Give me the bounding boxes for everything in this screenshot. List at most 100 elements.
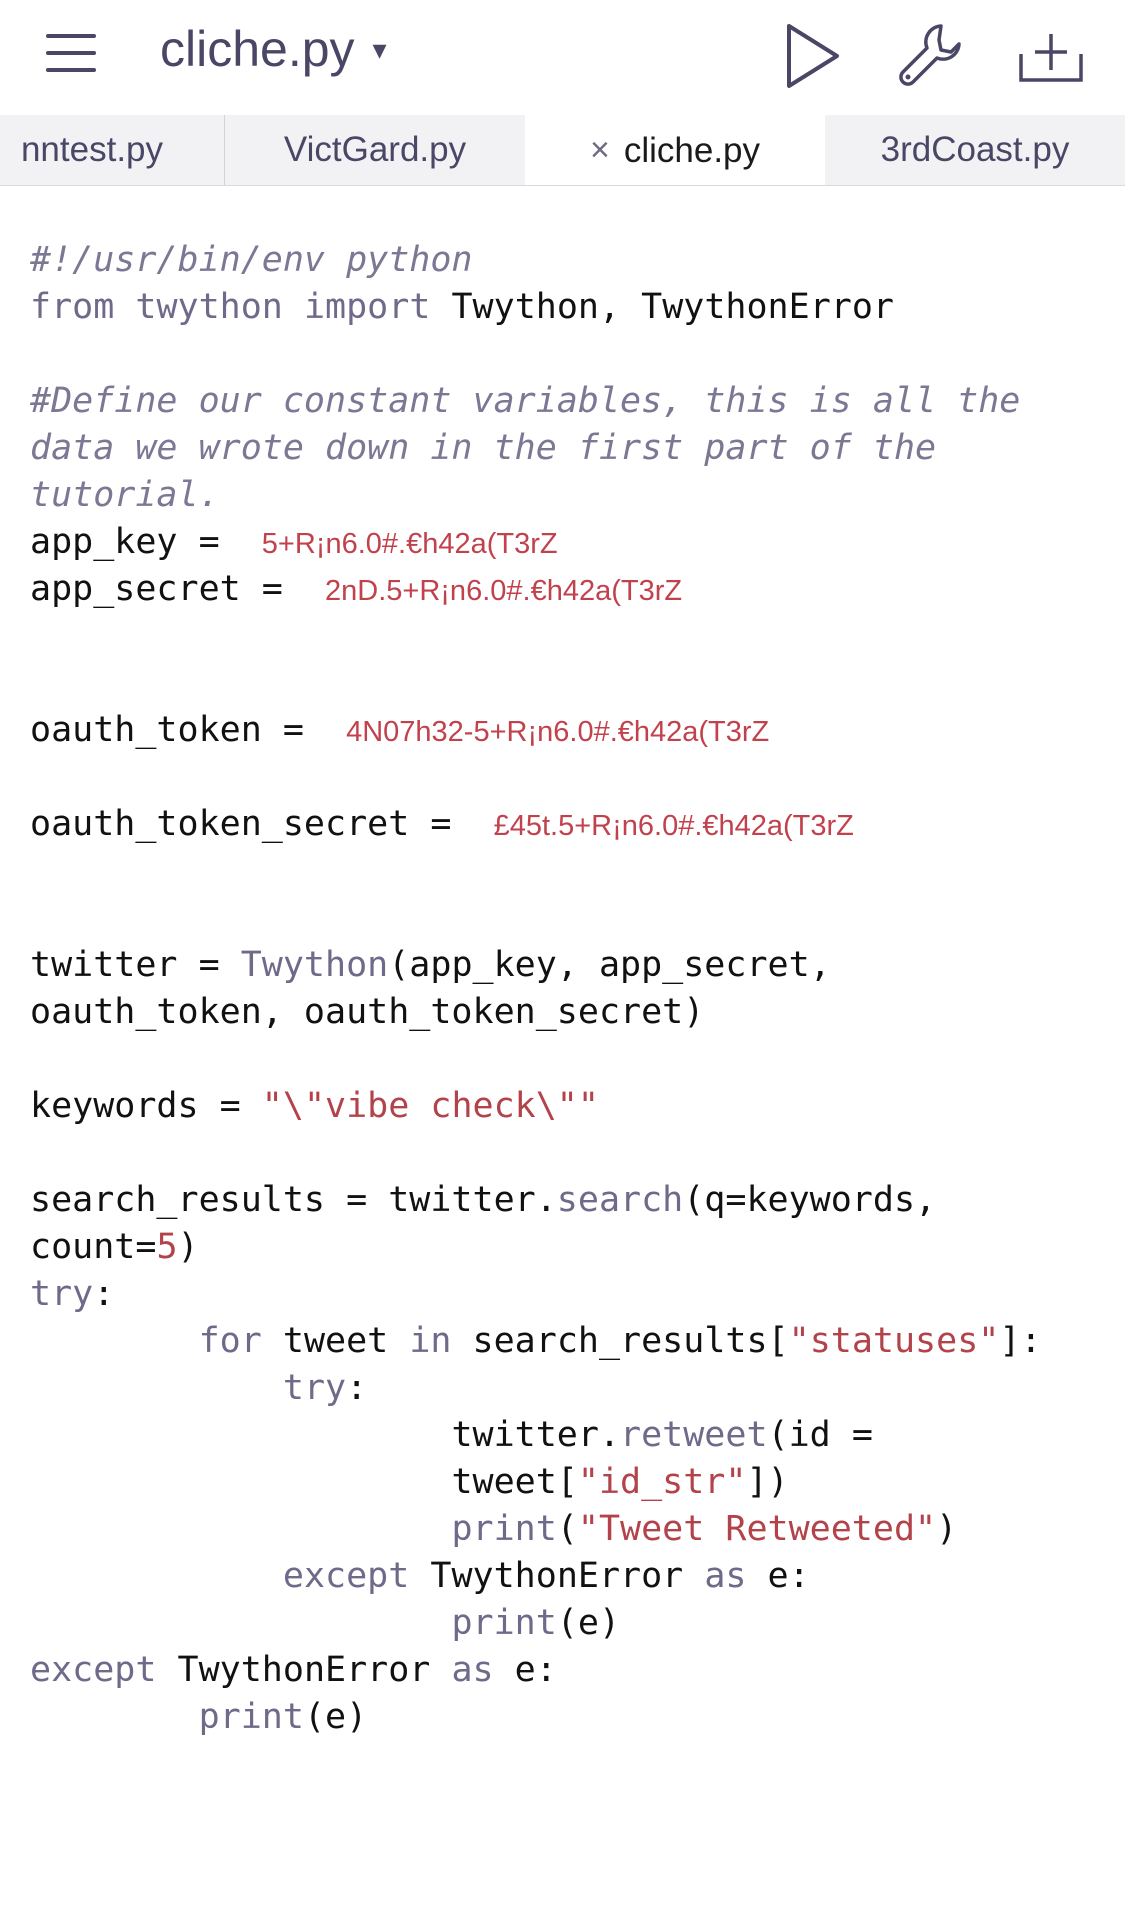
code-text: oauth_token_secret =: [30, 804, 473, 844]
wrench-icon: [899, 24, 961, 86]
module-name: twython: [135, 287, 283, 327]
code-line: tutorial.: [30, 472, 1042, 519]
code-line: try:: [30, 1271, 1042, 1318]
code-line: try:: [30, 1365, 1042, 1412]
code-line: data we wrote down in the first part of …: [30, 425, 1042, 472]
tab-3rdcoast[interactable]: 3rdCoast.py: [825, 115, 1125, 185]
code-line: #!/usr/bin/env python: [30, 237, 1042, 284]
close-icon[interactable]: ×: [590, 131, 610, 170]
code-text: (id =: [767, 1415, 873, 1455]
keyword: as: [704, 1556, 747, 1596]
function-name: retweet: [620, 1415, 768, 1455]
code-text: oauth_token =: [30, 710, 326, 750]
play-icon: [787, 24, 839, 88]
tab-nntest[interactable]: nntest.py: [0, 115, 225, 185]
string-literal: "Tweet Retweeted": [577, 1509, 937, 1549]
code-text: ]): [746, 1462, 789, 1502]
code-text: tweet[: [451, 1462, 578, 1502]
code-line: oauth_token_secret = £45t.5+R¡n6.0#.€h42…: [30, 801, 1042, 848]
comment: data we wrote down in the first part of …: [30, 428, 937, 468]
code-line: print(e): [30, 1694, 1042, 1741]
code-text: ): [936, 1509, 958, 1549]
function-name: search: [556, 1180, 684, 1220]
menu-icon[interactable]: [42, 30, 98, 76]
settings-button[interactable]: [895, 20, 967, 92]
code-text: ]:: [999, 1321, 1042, 1361]
function-name: print: [198, 1697, 304, 1737]
tab-label: nntest.py: [20, 130, 164, 169]
code-text: (q=keywords,: [683, 1180, 937, 1220]
code-text: twitter.: [451, 1415, 621, 1455]
function-name: Twython: [240, 945, 389, 985]
keyword: try: [30, 1274, 94, 1314]
code-text: :: [93, 1274, 115, 1314]
code-text: :: [346, 1368, 368, 1408]
run-button[interactable]: [775, 20, 847, 92]
keyword: except: [30, 1650, 157, 1690]
tab-label: cliche.py: [623, 130, 761, 170]
keyword: for: [198, 1321, 262, 1361]
code-text: e:: [746, 1556, 810, 1596]
tab-label: 3rdCoast.py: [880, 130, 1070, 169]
code-editor[interactable]: #!/usr/bin/env python from twython impor…: [30, 237, 1042, 1741]
string-literal: "\"vibe check\"": [261, 1086, 599, 1126]
keyword: import: [303, 287, 431, 327]
code-line: print("Tweet Retweeted"): [30, 1506, 1042, 1553]
code-text: tweet: [261, 1321, 410, 1361]
code-line: except TwythonError as e:: [30, 1553, 1042, 1600]
string-literal: "statuses": [788, 1321, 1000, 1361]
string-value: 2nD.5+R¡n6.0#.€h42a(T3rZ: [325, 575, 683, 607]
add-tab-icon: [1019, 34, 1083, 82]
code-text: twitter =: [30, 945, 241, 985]
code-line: app_secret = 2nD.5+R¡n6.0#.€h42a(T3rZ: [30, 566, 1042, 613]
function-name: print: [451, 1509, 557, 1549]
number-literal: 5: [156, 1227, 178, 1267]
string-value: 4N07h32-5+R¡n6.0#.€h42a(T3rZ: [346, 716, 770, 748]
string-value: 5+R¡n6.0#.€h42a(T3rZ: [261, 528, 558, 560]
code-text: count=: [30, 1227, 157, 1267]
new-file-button[interactable]: [1015, 20, 1087, 92]
code-text: ): [177, 1227, 199, 1267]
code-text: (app_key, app_secret,: [388, 945, 831, 985]
code-line: except TwythonError as e:: [30, 1647, 1042, 1694]
keyword: in: [409, 1321, 452, 1361]
code-line: from twython import Twython, TwythonErro…: [30, 284, 1042, 331]
tab-victgard[interactable]: VictGard.py: [225, 115, 525, 185]
tab-label: VictGard.py: [283, 130, 467, 169]
comment: #Define our constant variables, this is …: [30, 381, 1021, 421]
file-title-dropdown[interactable]: cliche.py ▾: [160, 20, 387, 78]
code-text: app_secret =: [30, 569, 304, 609]
code-text: (e): [303, 1697, 368, 1737]
code-text: search_results[: [451, 1321, 789, 1361]
code-line: #Define our constant variables, this is …: [30, 378, 1042, 425]
string-literal: "id_str": [577, 1462, 747, 1502]
function-name: print: [451, 1603, 557, 1643]
tab-cliche[interactable]: × cliche.py: [525, 115, 825, 185]
chevron-down-icon: ▾: [372, 33, 387, 65]
code-text: TwythonError: [409, 1556, 705, 1596]
keyword: from: [30, 287, 115, 327]
code-line: twitter = Twython(app_key, app_secret,: [30, 942, 1042, 989]
code-text: oauth_token, oauth_token_secret): [30, 992, 705, 1032]
code-line: for tweet in search_results["statuses"]:: [30, 1318, 1042, 1365]
code-text: (: [556, 1509, 578, 1549]
code-line: search_results = twitter.search(q=keywor…: [30, 1177, 1042, 1224]
code-text: keywords =: [30, 1086, 262, 1126]
code-line: app_key = 5+R¡n6.0#.€h42a(T3rZ: [30, 519, 1042, 566]
code-line: tweet["id_str"]): [30, 1459, 1042, 1506]
string-value: £45t.5+R¡n6.0#.€h42a(T3rZ: [493, 810, 854, 842]
comment: tutorial.: [30, 475, 220, 515]
